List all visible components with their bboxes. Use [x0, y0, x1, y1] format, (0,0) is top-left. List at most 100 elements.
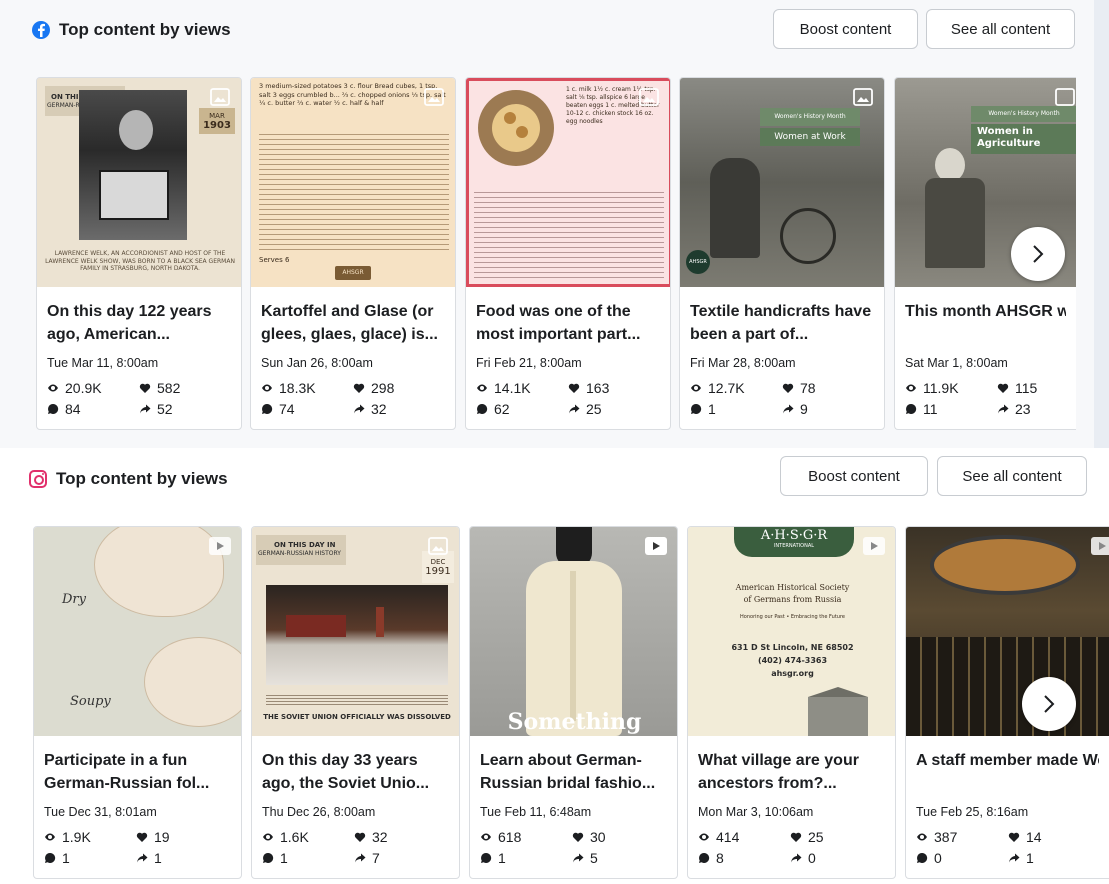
post-thumbnail[interactable]: Something	[470, 527, 677, 736]
heart-icon	[354, 832, 366, 842]
thumb-caption: LAWRENCE WELK, AN ACCORDIONIST AND HOST …	[45, 250, 235, 272]
comments-count: 74	[279, 401, 295, 417]
section-title: Top content by views	[59, 20, 231, 39]
thumb-word1: Dry	[62, 592, 86, 607]
post-thumbnail[interactable]	[906, 527, 1109, 736]
thumb-line1: ON THIS DAY IN	[274, 541, 336, 549]
share-icon	[355, 853, 366, 863]
shares-count: 7	[372, 850, 380, 866]
post-thumbnail[interactable]: Dry Soupy	[34, 527, 241, 736]
comment-icon	[477, 403, 488, 414]
likes-count: 14	[1026, 829, 1042, 845]
post-thumbnail[interactable]: ON THIS DAY IN GERMAN-RUSSIAN HISTORY MA…	[37, 78, 241, 287]
heart-icon	[136, 832, 148, 842]
image-post-icon	[209, 88, 231, 106]
see-all-content-button[interactable]: See all content	[926, 9, 1075, 49]
thumb-year: 1991	[425, 565, 451, 577]
comments-count: 1	[62, 850, 70, 866]
views-stat: 387	[916, 829, 1008, 845]
likes-count: 30	[590, 829, 606, 845]
building-sketch	[808, 687, 868, 736]
post-date: Fri Feb 21, 8:00am	[476, 356, 582, 370]
comments-stat: 84	[47, 401, 139, 417]
views-stat: 18.3K	[261, 380, 353, 396]
video-post-icon	[209, 537, 231, 555]
thumb-heading: Women in Agriculture	[977, 126, 1041, 149]
views-stat: 618	[480, 829, 572, 845]
thumb-phone: (402) 474-3363	[757, 656, 828, 665]
image-post-icon	[423, 88, 445, 106]
post-stats: 18.3K 298 74 32	[261, 380, 445, 417]
shares-count: 9	[800, 401, 808, 417]
likes-stat: 32	[354, 829, 446, 845]
post-title: Food was one of the most important part.…	[476, 303, 641, 343]
boost-content-button[interactable]: Boost content	[773, 9, 918, 49]
next-posts-button[interactable]	[1022, 677, 1076, 731]
post-stats: 11.9K 115 11 23	[905, 380, 1066, 417]
post-thumbnail[interactable]: 1 c. milk 1½ c. cream 1½ tsp. salt ⅛ tsp…	[466, 78, 670, 287]
shares-stat: 25	[568, 401, 660, 417]
post-thumbnail[interactable]: Women's History Month Women at Work AHSG…	[680, 78, 884, 287]
thumb-month: MAR	[209, 111, 225, 120]
views-count: 18.3K	[279, 380, 316, 396]
likes-count: 78	[800, 380, 816, 396]
post-thumbnail[interactable]: ON THIS DAY IN GERMAN-RUSSIAN HISTORY DE…	[252, 527, 459, 736]
comment-icon	[262, 403, 273, 414]
post-card[interactable]: 3 medium-sized potatoes 3 c. flour Bread…	[250, 77, 456, 430]
post-stats: 387 14 0 1	[916, 829, 1099, 866]
thumb-tagline: Honoring our Past • Embracing the Future	[740, 614, 845, 620]
share-icon	[569, 404, 580, 414]
shares-stat: 52	[139, 401, 231, 417]
post-thumbnail[interactable]: 3 medium-sized potatoes 3 c. flour Bread…	[251, 78, 455, 287]
post-card[interactable]: Dry Soupy Participate in a fun German-Ru…	[33, 526, 242, 879]
post-card[interactable]: 1 c. milk 1½ c. cream 1½ tsp. salt ⅛ tsp…	[465, 77, 671, 430]
post-title: Learn about German-Russian bridal fashio…	[480, 752, 656, 792]
likes-stat: 25	[790, 829, 882, 845]
post-card[interactable]: Something Learn about German-Russian bri…	[469, 526, 678, 879]
likes-stat: 78	[782, 380, 874, 396]
likes-count: 32	[372, 829, 388, 845]
heart-icon	[997, 383, 1009, 393]
likes-stat: 19	[136, 829, 228, 845]
post-thumbnail[interactable]: A·H·S·G·R INTERNATIONAL American Histori…	[688, 527, 895, 736]
woman-farm-photo	[935, 148, 965, 182]
image-post-icon	[427, 537, 449, 555]
comment-icon	[263, 852, 274, 863]
dough-illustration-bottom	[144, 637, 241, 727]
thumb-word2: Soupy	[70, 694, 111, 709]
views-count: 12.7K	[708, 380, 745, 396]
likes-count: 163	[586, 380, 610, 396]
eye-icon	[691, 384, 701, 392]
eye-icon	[917, 833, 927, 841]
comments-count: 11	[923, 401, 938, 417]
next-posts-button[interactable]	[1011, 227, 1065, 281]
boost-content-button[interactable]: Boost content	[780, 456, 928, 496]
comment-icon	[906, 403, 917, 414]
likes-stat: 30	[572, 829, 664, 845]
thumb-brand: AHSGR	[689, 259, 707, 265]
post-card[interactable]: A·H·S·G·R INTERNATIONAL American Histori…	[687, 526, 896, 879]
post-card[interactable]: ON THIS DAY IN GERMAN-RUSSIAN HISTORY DE…	[251, 526, 460, 879]
thumb-tag: Women's History Month	[988, 110, 1060, 117]
post-title: Participate in a fun German-Russian fol.…	[44, 752, 210, 792]
eye-icon	[45, 833, 55, 841]
post-card[interactable]: Women's History Month Women at Work AHSG…	[679, 77, 885, 430]
shares-stat: 0	[790, 850, 882, 866]
scrollbar-track[interactable]	[1094, 0, 1109, 448]
views-stat: 11.9K	[905, 380, 997, 396]
shares-count: 23	[1015, 401, 1031, 417]
see-all-content-button[interactable]: See all content	[937, 456, 1087, 496]
food-bowl-photo	[478, 90, 554, 166]
post-card[interactable]: A staff member made Wedding Kuchen for..…	[905, 526, 1109, 879]
thumb-web: ahsgr.org	[771, 669, 814, 678]
share-icon	[1009, 853, 1020, 863]
thumb-month: DEC	[430, 557, 446, 566]
post-card[interactable]: ON THIS DAY IN GERMAN-RUSSIAN HISTORY MA…	[36, 77, 242, 430]
thumb-line2: GERMAN-RUSSIAN HISTORY	[258, 550, 341, 557]
eye-icon	[699, 833, 709, 841]
comments-stat: 62	[476, 401, 568, 417]
post-stats: 618 30 1 5	[480, 829, 667, 866]
views-count: 387	[934, 829, 958, 845]
comments-stat: 11	[905, 401, 997, 417]
woman-spinning-photo	[710, 158, 760, 258]
